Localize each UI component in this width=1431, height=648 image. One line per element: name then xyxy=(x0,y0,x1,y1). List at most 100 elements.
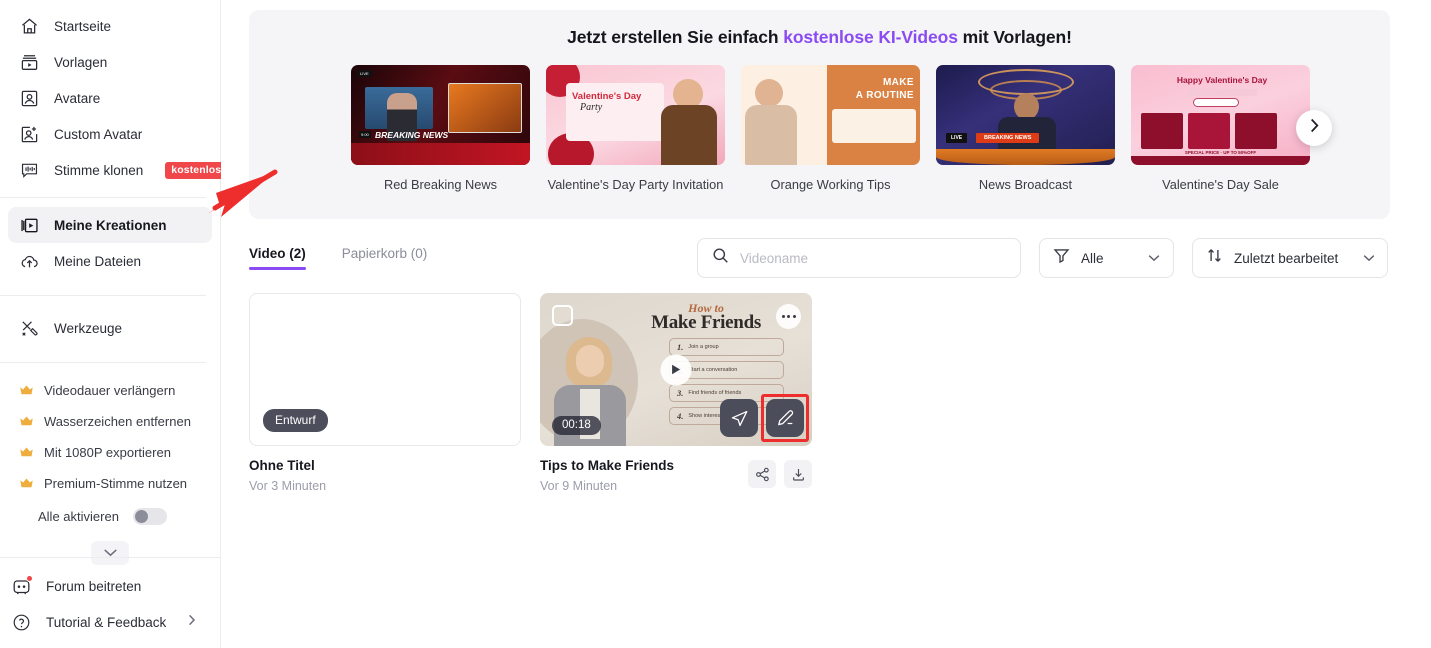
template-headline: MAKE xyxy=(882,77,914,88)
template-card-red-breaking-news[interactable]: LIVE 9:00 BREAKING NEWS Red Breaking New… xyxy=(351,65,530,192)
video-play-button[interactable] xyxy=(660,354,692,385)
video-grid: Entwurf Ohne Titel Vor 3 Minuten How to … xyxy=(249,293,1431,493)
template-name: Valentine's Day Party Invitation xyxy=(547,177,724,192)
template-art-button xyxy=(1193,98,1239,107)
sidebar-item-werkzeuge[interactable]: Werkzeuge xyxy=(8,310,212,346)
template-art-product xyxy=(1235,113,1277,149)
sidebar-item-custom-avatar[interactable]: Custom Avatar xyxy=(8,116,212,152)
notification-dot xyxy=(26,575,33,582)
chevron-right-icon xyxy=(188,613,196,631)
sidebar-item-avatare[interactable]: Avatare xyxy=(8,80,212,116)
search-box[interactable] xyxy=(697,238,1021,278)
video-send-button[interactable] xyxy=(720,399,758,437)
sidebar-item-label: Stimme klonen xyxy=(54,162,144,178)
sidebar-item-stimme-klonen[interactable]: Stimme klonen kostenlos xyxy=(8,152,228,188)
sidebar-item-vorlagen[interactable]: Vorlagen xyxy=(8,44,212,80)
avatar-icon xyxy=(18,87,40,109)
video-thumbnail-empty[interactable]: Entwurf xyxy=(249,293,521,446)
thumb-step-text: Find friends of friends xyxy=(688,390,742,396)
enable-all-toggle[interactable] xyxy=(132,507,167,525)
video-share-button[interactable] xyxy=(748,460,776,488)
template-timecode: 9:00 xyxy=(359,131,371,138)
sidebar-item-meine-kreationen[interactable]: Meine Kreationen xyxy=(8,207,212,243)
template-art-head xyxy=(755,79,783,107)
thumb-step-number: 1. xyxy=(677,342,684,352)
template-live-tag: LIVE xyxy=(357,70,372,77)
video-thumbnail[interactable]: How to Make Friends 1. Join a group 2. S… xyxy=(540,293,812,446)
promo-title-part1: Jetzt erstellen Sie einfach xyxy=(567,27,784,47)
sidebar-item-startseite[interactable]: Startseite xyxy=(8,8,212,44)
app-root: Startseite Vorlagen Avatare Custom Avata… xyxy=(0,0,1431,648)
sidebar-item-meine-dateien[interactable]: Meine Dateien xyxy=(8,243,212,279)
promo-banner: Jetzt erstellen Sie einfach kostenlose K… xyxy=(249,10,1390,219)
thumb-step-text: Show interest xyxy=(688,413,722,419)
template-live-tag: LIVE xyxy=(946,133,968,143)
template-card-orange-working-tips[interactable]: MAKE A ROUTINE Orange Working Tips xyxy=(741,65,920,192)
sidebar-item-tutorial-feedback[interactable]: Tutorial & Feedback xyxy=(0,604,220,640)
template-art-body xyxy=(745,105,797,165)
pro-feature-export-1080p[interactable]: Mit 1080P exportieren xyxy=(0,437,220,468)
template-headline: BREAKING NEWS xyxy=(976,133,1040,143)
promo-title: Jetzt erstellen Sie einfach kostenlose K… xyxy=(249,27,1390,48)
thumb-step-number: 4. xyxy=(677,411,684,421)
sort-label: Zuletzt bearbeitet xyxy=(1234,250,1339,266)
video-title: Tips to Make Friends xyxy=(540,458,675,473)
pro-feature-remove-watermark[interactable]: Wasserzeichen entfernen xyxy=(0,406,220,437)
video-card-tips-to-make-friends[interactable]: How to Make Friends 1. Join a group 2. S… xyxy=(540,293,812,493)
video-hover-actions xyxy=(720,399,804,437)
pro-feature-label: Wasserzeichen entfernen xyxy=(44,414,191,429)
template-art-note xyxy=(832,109,916,143)
templates-icon xyxy=(18,51,40,73)
sort-dropdown[interactable]: Zuletzt bearbeitet xyxy=(1192,238,1388,278)
pro-feature-label: Mit 1080P exportieren xyxy=(44,445,171,460)
video-select-checkbox[interactable] xyxy=(552,305,573,326)
sort-icon xyxy=(1206,247,1223,269)
template-name: Red Breaking News xyxy=(383,177,498,192)
carousel-next-button[interactable] xyxy=(1296,110,1332,146)
template-thumbnail: Happy Valentine's Day SPECIAL PRICE · UP… xyxy=(1131,65,1310,165)
filter-dropdown[interactable]: Alle xyxy=(1039,238,1174,278)
more-dot xyxy=(787,315,790,318)
sidebar-item-forum[interactable]: Forum beitreten xyxy=(0,568,220,604)
sidebar-divider-1 xyxy=(0,197,206,198)
template-name: Valentine's Day Sale xyxy=(1162,177,1279,192)
template-art-head xyxy=(1014,93,1039,120)
video-download-button[interactable] xyxy=(784,460,812,488)
template-card-news-broadcast[interactable]: LIVE BREAKING NEWS News Broadcast xyxy=(936,65,1115,192)
video-more-options-button[interactable] xyxy=(776,304,801,329)
pro-feature-premium-voice[interactable]: Premium-Stimme nutzen xyxy=(0,468,220,499)
my-creations-icon xyxy=(18,214,40,236)
template-thumbnail: LIVE 9:00 BREAKING NEWS xyxy=(351,65,530,165)
tab-papierkorb[interactable]: Papierkorb (0) xyxy=(342,246,428,270)
video-card-draft[interactable]: Entwurf Ohne Titel Vor 3 Minuten xyxy=(249,293,521,493)
template-card-valentines-sale[interactable]: Happy Valentine's Day SPECIAL PRICE · UP… xyxy=(1131,65,1310,192)
help-circle-icon xyxy=(10,611,32,633)
free-badge: kostenlos xyxy=(165,161,228,179)
tab-video[interactable]: Video (2) xyxy=(249,246,306,270)
thumb-step-row: 1. Join a group xyxy=(669,338,784,356)
template-subheadline: Party xyxy=(580,102,603,113)
crown-icon xyxy=(19,384,34,397)
template-headline: Valentine's Day xyxy=(572,91,642,102)
filter-label: Alle xyxy=(1081,250,1104,266)
download-icon xyxy=(792,468,804,481)
sidebar-bottom-section: Forum beitreten Tutorial & Feedback xyxy=(0,557,220,648)
video-card-text: Ohne Titel Vor 3 Minuten xyxy=(249,458,326,493)
template-thumbnail: LIVE BREAKING NEWS xyxy=(936,65,1115,165)
content-toolbar: Video (2) Papierkorb (0) Alle xyxy=(249,237,1388,279)
sidebar-item-label: Werkzeuge xyxy=(54,320,123,336)
template-card-valentines-party[interactable]: Valentine's Day Party Valentine's Day Pa… xyxy=(546,65,725,192)
avatar-add-icon xyxy=(18,123,40,145)
sidebar-item-label: Tutorial & Feedback xyxy=(46,614,167,630)
filter-icon xyxy=(1053,247,1070,269)
pro-feature-label: Premium-Stimme nutzen xyxy=(44,476,188,491)
video-edit-button[interactable] xyxy=(766,399,804,437)
enable-all-label: Alle aktivieren xyxy=(38,508,119,524)
thumb-art-face xyxy=(576,345,604,377)
template-sale-note: SPECIAL PRICE · UP TO 50%OFF xyxy=(1184,150,1257,155)
template-name: News Broadcast xyxy=(978,177,1073,192)
search-input[interactable] xyxy=(740,250,1006,266)
pro-feature-extend-duration[interactable]: Videodauer verlängern xyxy=(0,375,220,406)
toggle-knob xyxy=(134,509,148,523)
template-art-inset xyxy=(448,83,522,133)
